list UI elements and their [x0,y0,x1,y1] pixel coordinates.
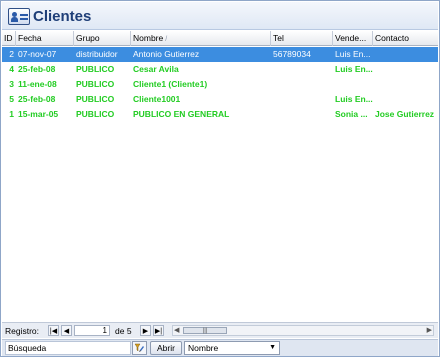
cell-grupo: PUBLICO [76,64,115,74]
clientes-grid[interactable]: ID Fecha Grupo Nombre / Tel Vende... Cont… [2,31,438,321]
last-record-icon[interactable]: ▶| [153,325,164,336]
cell-fecha: 25-feb-08 [18,94,56,104]
record-navigation-bar: Registro: |◀ ◀ 1 de 5 ▶ ▶| ◀ ||| ▶ [2,322,438,338]
column-header-nombre[interactable]: Nombre / [131,31,271,46]
column-header-contacto[interactable]: Contacto [373,31,438,46]
cell-id: 5 [9,94,14,104]
cell-vendedor: Luis En... [335,49,371,59]
column-header-grupo[interactable]: Grupo [74,31,131,46]
horizontal-scrollbar[interactable]: ◀ ||| ▶ [172,325,434,336]
cell-vendedor: Sonia ... [335,109,368,119]
cell-tel [271,92,333,107]
next-record-icon[interactable]: ▶ [140,325,151,336]
cell-fecha: 07-nov-07 [18,49,57,59]
table-row[interactable]: 3 11-ene-08 PUBLICO Cliente1 (Cliente1) [2,77,438,92]
cell-contacto [373,77,438,92]
cell-nombre: Cesar Avila [133,64,179,74]
record-count: de 5 [115,326,132,336]
cell-fecha: 15-mar-05 [18,109,59,119]
cell-nombre: Antonio Gutierrez [133,49,200,59]
cell-contacto: Jose Gutierrez [375,109,435,119]
search-input[interactable]: Búsqueda [5,341,131,355]
column-header-id[interactable]: ID [2,31,16,46]
cell-grupo: PUBLICO [76,94,115,104]
cell-vendedor: Luis En... [335,64,373,74]
cell-id: 2 [9,49,14,59]
cell-tel [271,62,333,77]
prev-record-icon[interactable]: ◀ [61,325,72,336]
first-record-icon[interactable]: |◀ [48,325,59,336]
grid-header: ID Fecha Grupo Nombre / Tel Vende... Cont… [2,31,438,46]
table-row[interactable]: 5 25-feb-08 PUBLICO Cliente1001 Luis En.… [2,92,438,107]
cell-fecha: 11-ene-08 [18,79,57,89]
cell-nombre: Cliente1001 [133,94,181,104]
cell-grupo: distribuidor [76,49,118,59]
scroll-left-icon[interactable]: ◀ [174,326,179,336]
cell-vendedor [333,77,373,92]
scroll-right-icon[interactable]: ▶ [427,326,432,336]
chevron-down-icon: ▼ [269,344,276,351]
search-field-value: Nombre [188,343,219,353]
clientes-window: Clientes ID Fecha Grupo Nombre / Tel Vend… [0,0,440,357]
table-row[interactable]: 1 15-mar-05 PUBLICO PUBLICO EN GENERAL S… [2,107,438,122]
cell-id: 3 [9,79,14,89]
page-title: Clientes [33,8,92,25]
clientes-card-icon [8,8,30,25]
table-row[interactable]: 2 07-nov-07 distribuidor Antonio Gutierr… [2,47,438,62]
record-label: Registro: [5,326,40,336]
cell-vendedor: Luis En... [335,94,373,104]
cell-tel [271,107,333,122]
sort-ascending-icon: / [165,36,168,43]
cell-tel: 56789034 [273,49,311,59]
record-number-input[interactable]: 1 [74,325,110,336]
cell-id: 4 [9,64,14,74]
cell-grupo: PUBLICO [76,79,115,89]
cell-contacto [373,92,438,107]
cell-contacto [373,47,438,62]
scroll-thumb[interactable]: ||| [183,327,227,334]
abrir-button[interactable]: Abrir [150,341,182,355]
title-bar: Clientes [2,2,438,30]
cell-grupo: PUBLICO [76,109,115,119]
cell-nombre: PUBLICO EN GENERAL [133,109,230,119]
cell-tel [271,77,333,92]
column-header-nombre-label: Nombre [133,33,164,43]
search-field-select[interactable]: Nombre ▼ [184,341,280,355]
cell-id: 1 [9,109,14,119]
cell-nombre: Cliente1 (Cliente1) [133,79,208,89]
cell-fecha: 25-feb-08 [18,64,56,74]
table-row[interactable]: 4 25-feb-08 PUBLICO Cesar Avila Luis En.… [2,62,438,77]
search-bar: Búsqueda Abrir Nombre ▼ [2,339,438,356]
column-header-fecha[interactable]: Fecha [16,31,74,46]
cell-contacto [373,62,438,77]
column-header-tel[interactable]: Tel [271,31,333,46]
column-header-vendedor[interactable]: Vende... [333,31,373,46]
filter-search-icon[interactable] [132,341,147,355]
